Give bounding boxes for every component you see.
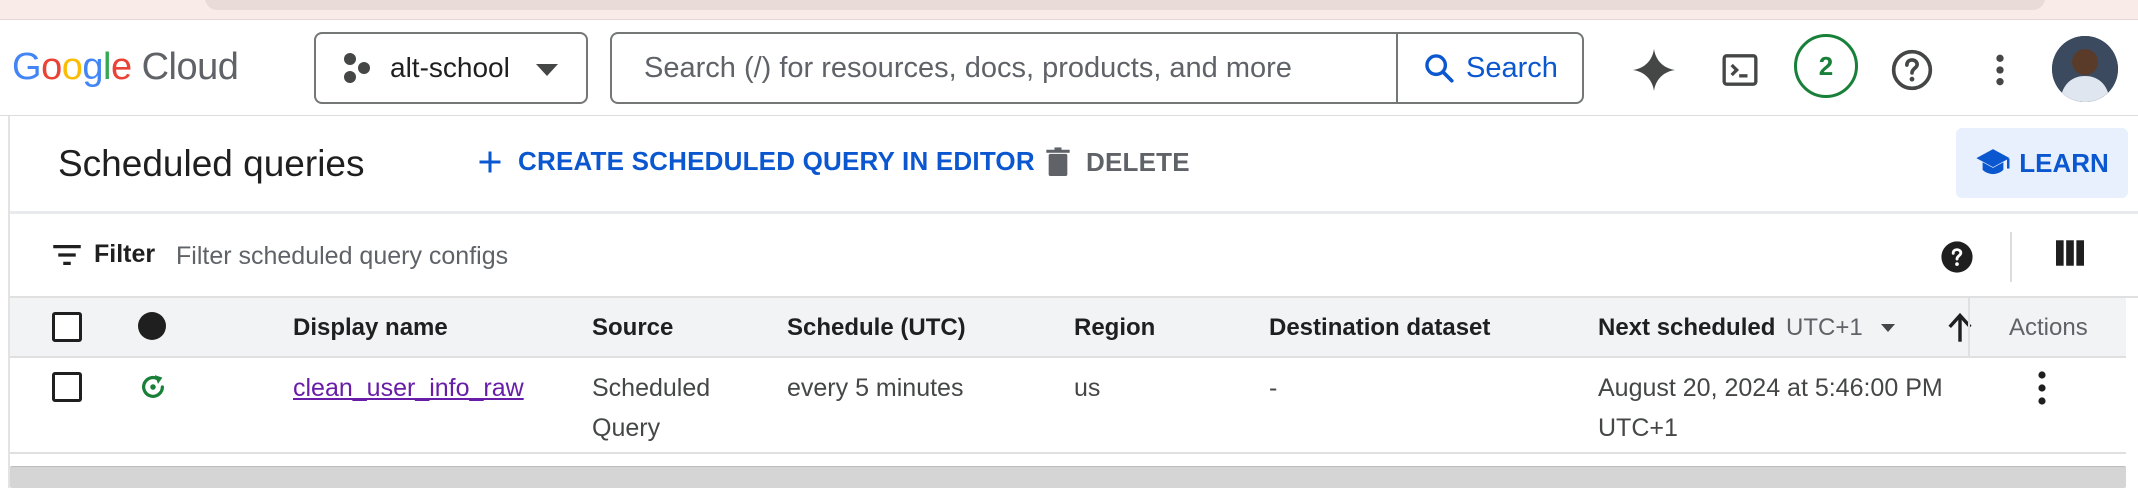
status-running-icon: [138, 372, 168, 407]
logo-letter: g: [82, 45, 103, 88]
plus-icon: [479, 151, 501, 172]
logo-product-name: Cloud: [141, 45, 239, 88]
column-header-schedule[interactable]: Schedule (UTC): [787, 314, 966, 342]
select-all-checkbox[interactable]: [52, 312, 82, 342]
browser-top-strip: [0, 0, 2138, 20]
search-bar: Search: [610, 32, 1584, 104]
table-header: Display name Source Schedule (UTC) Regio…: [10, 298, 2126, 358]
gemini-icon[interactable]: [1630, 46, 1678, 94]
row-next-scheduled-line: UTC+1: [1598, 414, 1678, 442]
avatar[interactable]: [2052, 36, 2118, 102]
filter-bar: Filter: [10, 214, 2138, 298]
page-toolbar: Scheduled queries CREATE SCHEDULED QUERY…: [10, 116, 2138, 214]
column-header-actions: Actions: [2009, 314, 2088, 341]
google-cloud-logo[interactable]: Go o g l e Cloud: [12, 42, 239, 92]
create-button-label: CREATE SCHEDULED QUERY IN EDITOR: [518, 146, 1035, 176]
row-region: us: [1074, 374, 1101, 402]
column-header-next-scheduled[interactable]: Next scheduled: [1598, 314, 1775, 342]
cloud-shell-icon[interactable]: [1716, 46, 1764, 94]
filter-label: Filter: [94, 240, 156, 268]
row-source: Scheduled Query: [592, 368, 710, 448]
filter-divider: [2010, 232, 2012, 282]
school-icon: [1976, 149, 2010, 175]
project-picker[interactable]: alt-school: [314, 32, 588, 104]
row-schedule: every 5 minutes: [787, 374, 964, 402]
status-column-icon: [138, 312, 166, 340]
column-header-region[interactable]: Region: [1074, 314, 1155, 342]
trash-icon: [1046, 147, 1070, 176]
project-name: alt-school: [390, 52, 510, 83]
project-hexagon-icon: [342, 53, 372, 83]
filter-help-icon[interactable]: [1940, 240, 1974, 279]
timezone-select[interactable]: UTC+1: [1786, 314, 1897, 342]
logo-letter: o: [61, 45, 83, 88]
chevron-down-icon: [536, 64, 558, 76]
delete-button[interactable]: DELETE: [1044, 146, 1190, 178]
chevron-down-icon: [1880, 324, 1895, 332]
row-next-scheduled: August 20, 2024 at 5:46:00 PM UTC+1: [1598, 368, 1943, 448]
learn-button[interactable]: LEARN: [1956, 128, 2128, 198]
help-icon[interactable]: [1888, 46, 1936, 94]
search-button[interactable]: Search: [1396, 34, 1582, 102]
table-row: clean_user_info_raw Scheduled Query ever…: [10, 358, 2126, 454]
page-title: Scheduled queries: [58, 143, 365, 184]
column-header-display-name[interactable]: Display name: [293, 314, 448, 342]
row-source-line: Scheduled: [592, 374, 711, 402]
browser-address-pill: [205, 0, 2045, 10]
delete-button-label: DELETE: [1086, 146, 1190, 177]
learn-button-label: LEARN: [2019, 147, 2109, 178]
search-button-label: Search: [1466, 51, 1558, 84]
search-input[interactable]: [612, 34, 1396, 102]
timezone-label: UTC+1: [1786, 314, 1863, 341]
row-destination: -: [1269, 374, 1278, 402]
filter-input[interactable]: [176, 234, 1276, 278]
row-next-scheduled-line: August 20, 2024 at 5:46:00 PM: [1598, 374, 1943, 402]
filter-button[interactable]: Filter: [52, 240, 155, 269]
notifications-badge[interactable]: 2: [1794, 34, 1858, 98]
logo-letter: o: [41, 45, 62, 88]
column-header-source[interactable]: Source: [592, 314, 673, 342]
logo-letter: l: [102, 45, 111, 88]
create-scheduled-query-button[interactable]: CREATE SCHEDULED QUERY IN EDITOR: [476, 146, 1035, 177]
console-header: GoogleCloud alt-school Search 2: [0, 20, 2138, 116]
more-vert-icon[interactable]: [1976, 46, 2024, 94]
search-icon: [1425, 54, 1454, 83]
logo-letter: e: [110, 45, 132, 88]
column-header-destination[interactable]: Destination dataset: [1269, 314, 1490, 342]
row-source-line: Query: [592, 414, 661, 442]
row-display-name-link[interactable]: clean_user_info_raw: [293, 368, 524, 408]
column-display-icon[interactable]: [2056, 240, 2084, 271]
row-checkbox[interactable]: [52, 372, 82, 402]
filter-list-icon: [53, 244, 81, 265]
horizontal-scrollbar[interactable]: [10, 466, 2126, 488]
row-actions-more-icon[interactable]: [2030, 368, 2054, 413]
logo-letter: G: [12, 45, 42, 88]
